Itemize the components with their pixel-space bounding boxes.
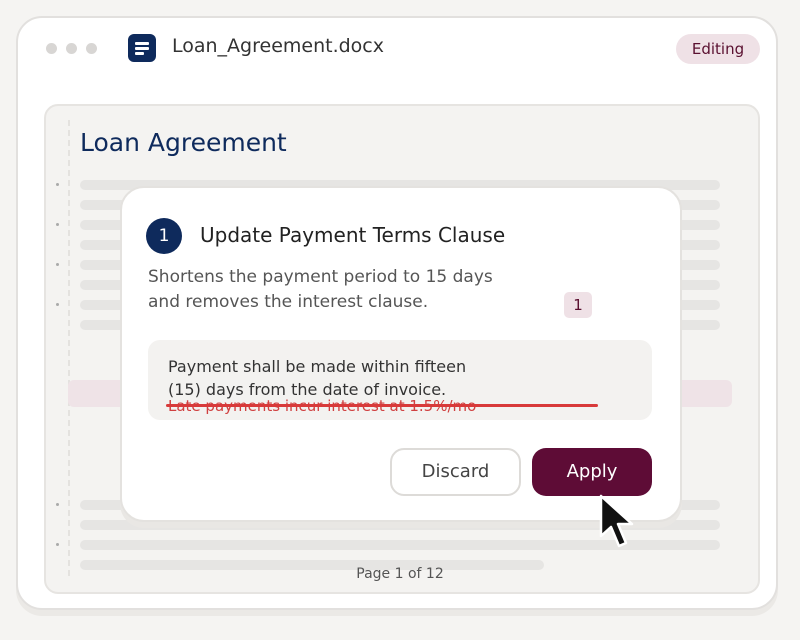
dialog-description-line: Shortens the payment period to 15 days [148, 267, 493, 287]
window-control-dot[interactable] [66, 43, 77, 54]
margin-marker [56, 223, 59, 226]
margin-guide [68, 120, 70, 576]
dialog-title: Update Payment Terms Clause [200, 223, 506, 247]
strikethrough-mark [166, 404, 598, 407]
margin-marker [56, 263, 59, 266]
clause-new-text: Payment shall be made within fifteen [168, 357, 467, 376]
document-icon [128, 34, 156, 62]
dialog-description-line: and removes the interest clause. [148, 292, 429, 312]
discard-button[interactable]: Discard [390, 448, 521, 496]
page-indicator: Page 1 of 12 [356, 566, 444, 582]
margin-marker [56, 303, 59, 306]
margin-marker [56, 543, 59, 546]
file-name: Loan_Agreement.docx [172, 35, 384, 57]
apply-button[interactable]: Apply [532, 448, 652, 496]
step-number-badge: 1 [146, 218, 182, 254]
margin-marker [56, 503, 59, 506]
reference-count-badge[interactable]: 1 [564, 292, 592, 318]
placeholder-text-line [80, 560, 544, 570]
mouse-pointer-icon [599, 494, 634, 548]
document-heading: Loan Agreement [80, 128, 287, 157]
editing-status-badge: Editing [676, 34, 760, 64]
window-control-dot[interactable] [46, 43, 57, 54]
margin-marker [56, 183, 59, 186]
window-control-dot[interactable] [86, 43, 97, 54]
